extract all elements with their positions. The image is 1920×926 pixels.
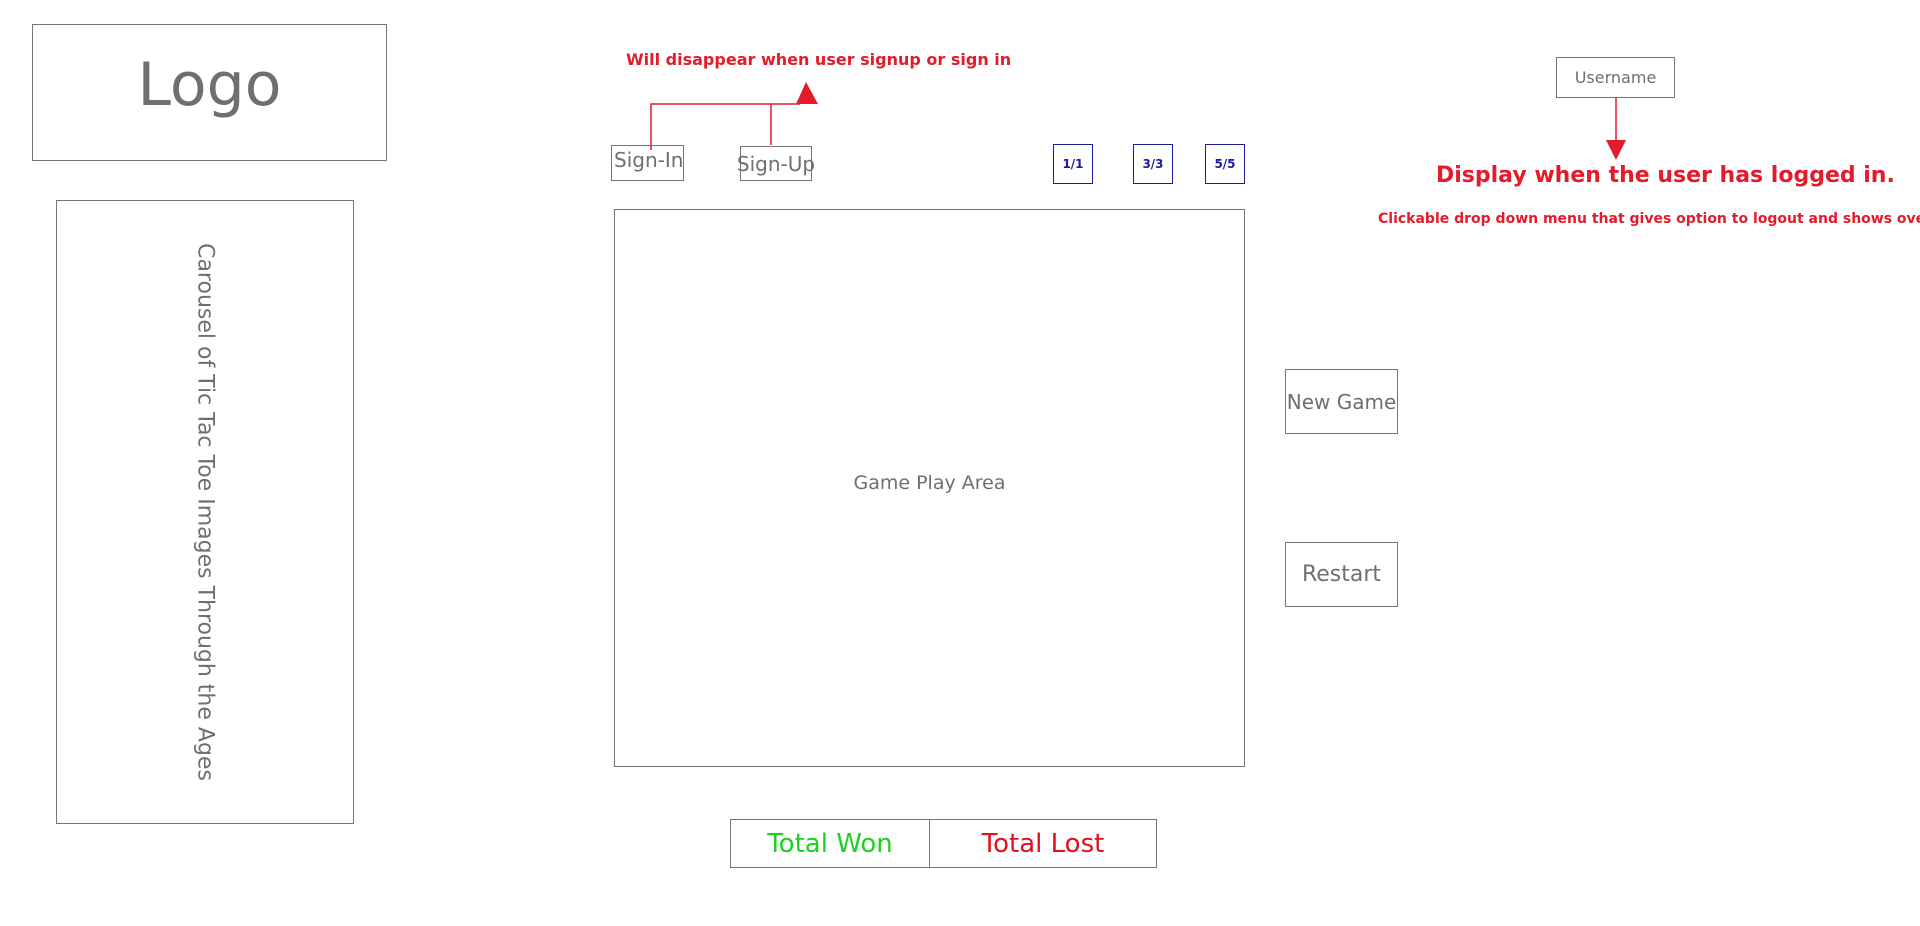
game-play-area[interactable]: Game Play Area: [614, 209, 1245, 767]
image-carousel[interactable]: Carousel of Tic Tac Toe Images Through t…: [56, 200, 354, 824]
total-won-label: Total Won: [731, 820, 930, 867]
total-lost-label: Total Lost: [981, 828, 1105, 859]
auth-bracket-line: [650, 103, 771, 150]
signup-button[interactable]: Sign-Up: [737, 146, 815, 181]
score-bar: Total Won Total Lost: [730, 819, 1157, 868]
logo: Logo: [32, 24, 387, 161]
username-dropdown[interactable]: Username: [1556, 57, 1675, 98]
level-button-5[interactable]: 5/5: [1205, 144, 1245, 184]
game-area-label: Game Play Area: [853, 472, 1006, 494]
user-menu-annotation-detail: Clickable drop down menu that gives opti…: [1378, 211, 1920, 227]
carousel-label: Carousel of Tic Tac Toe Images Through t…: [192, 243, 218, 781]
signin-button[interactable]: Sign-In: [611, 145, 684, 181]
user-menu-annotation-title: Display when the user has logged in.: [1436, 163, 1895, 188]
level-button-1[interactable]: 1/1: [1053, 144, 1093, 184]
up-arrow-icon: [796, 82, 818, 104]
down-arrow-icon: [1606, 140, 1626, 160]
level-button-3[interactable]: 3/3: [1133, 144, 1173, 184]
wireframe-canvas: Logo Carousel of Tic Tac Toe Images Thro…: [0, 0, 1920, 926]
restart-button[interactable]: Restart: [1285, 542, 1398, 607]
new-game-button[interactable]: New Game: [1285, 369, 1398, 434]
auth-annotation: Will disappear when user signup or sign …: [626, 50, 1012, 69]
